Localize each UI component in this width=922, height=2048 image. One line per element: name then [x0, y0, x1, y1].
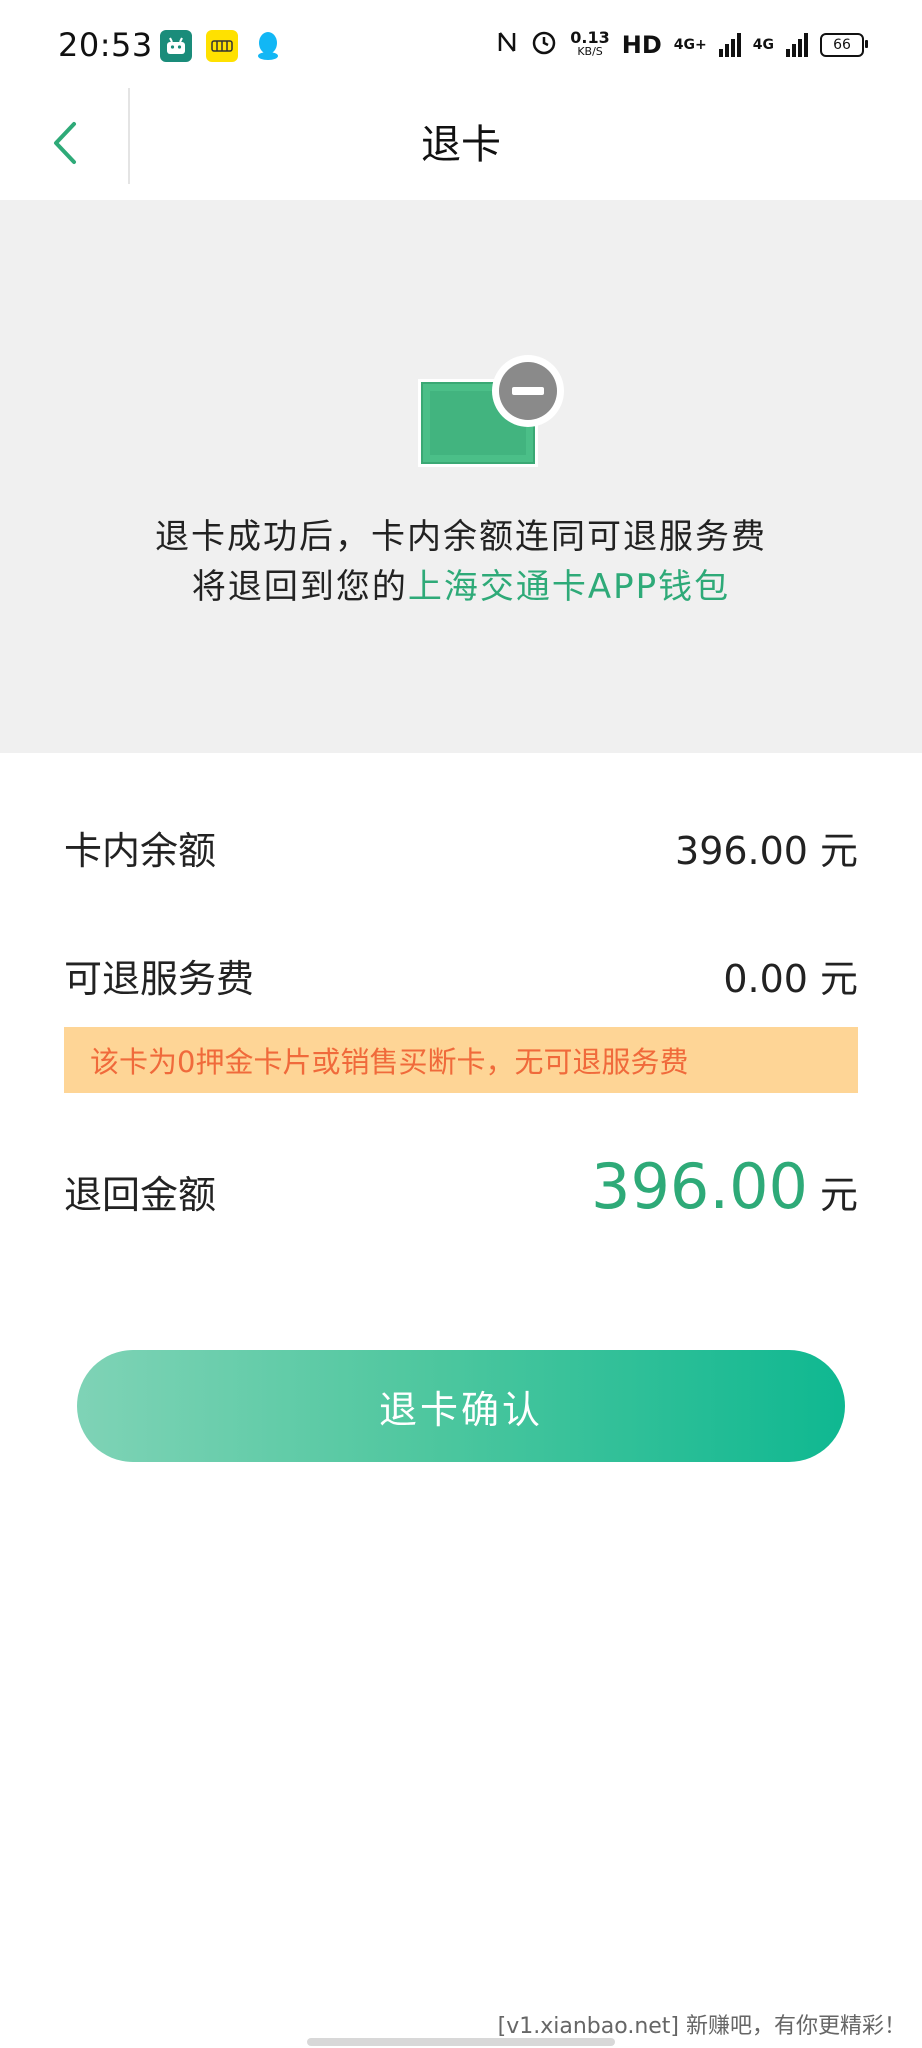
battery-icon: 66 [820, 33, 868, 57]
card-remove-icon [416, 353, 566, 477]
balance-value: 396.00 [675, 829, 808, 873]
status-app-icons [160, 30, 284, 62]
balance-label: 卡内余额 [64, 829, 217, 873]
signal-strength-icon [718, 33, 741, 57]
warning-banner: 该卡为0押金卡片或销售买断卡，无可退服务费 [64, 1027, 858, 1093]
battery-level: 66 [833, 37, 851, 53]
notice-line-2: 将退回到您的上海交通卡APP钱包 [0, 562, 922, 612]
warning-text: 该卡为0押金卡片或销售买断卡，无可退服务费 [90, 1045, 689, 1079]
network-type-1: 4G+ [673, 37, 707, 53]
balance-row: 卡内余额 396.00 元 [64, 820, 858, 875]
refund-amount-unit: 元 [819, 1173, 858, 1217]
nav-header: 退卡 [0, 88, 922, 200]
nfc-icon [496, 29, 518, 61]
refund-notice-panel: 退卡成功后，卡内余额连同可退服务费 将退回到您的上海交通卡APP钱包 [0, 200, 922, 753]
refund-amount-label: 退回金额 [64, 1173, 217, 1217]
network-type-2: 4G [752, 37, 774, 53]
hd-label: HD [621, 31, 662, 59]
wallet-name: 上海交通卡APP钱包 [407, 567, 731, 607]
page-title: 退卡 [421, 122, 501, 168]
refund-amount-row: 退回金额 396.00 元 [64, 1150, 858, 1223]
alarm-icon [530, 28, 558, 62]
notice-text: 退卡成功后，卡内余额连同可退服务费 将退回到您的上海交通卡APP钱包 [0, 512, 922, 612]
network-speed: 0.13 KB/S [570, 28, 610, 59]
watermark-text: [v1.xianbao.net] 新赚吧，有你更精彩！ [497, 2014, 906, 2039]
service-fee-row: 可退服务费 0.00 元 [64, 948, 858, 1003]
notice-line-1: 退卡成功后，卡内余额连同可退服务费 [155, 517, 767, 557]
signal-strength-icon-2 [786, 33, 808, 57]
qq-icon [252, 30, 284, 62]
status-time: 20:53 [58, 26, 153, 64]
confirm-refund-button[interactable]: 退卡确认 [77, 1350, 845, 1462]
android-icon [160, 30, 192, 62]
xianyu-icon [206, 30, 238, 62]
service-fee-value: 0.00 [723, 957, 808, 1001]
service-fee-label: 可退服务费 [64, 957, 255, 1001]
balance-unit: 元 [819, 829, 858, 873]
notice-line-2-prefix: 将退回到您的 [191, 567, 408, 607]
balance-value-group: 396.00 元 [675, 820, 858, 875]
service-fee-value-group: 0.00 元 [723, 948, 858, 1003]
status-bar: 20:53 0.13 KB/S HD 4G+ 4G 66 [0, 0, 922, 88]
status-indicators: 0.13 KB/S HD 4G+ 4G 66 [496, 28, 868, 62]
home-indicator[interactable] [307, 2038, 615, 2046]
refund-amount-value-group: 396.00 元 [591, 1150, 858, 1223]
refund-amount-value: 396.00 [591, 1150, 808, 1223]
service-fee-unit: 元 [819, 957, 858, 1001]
